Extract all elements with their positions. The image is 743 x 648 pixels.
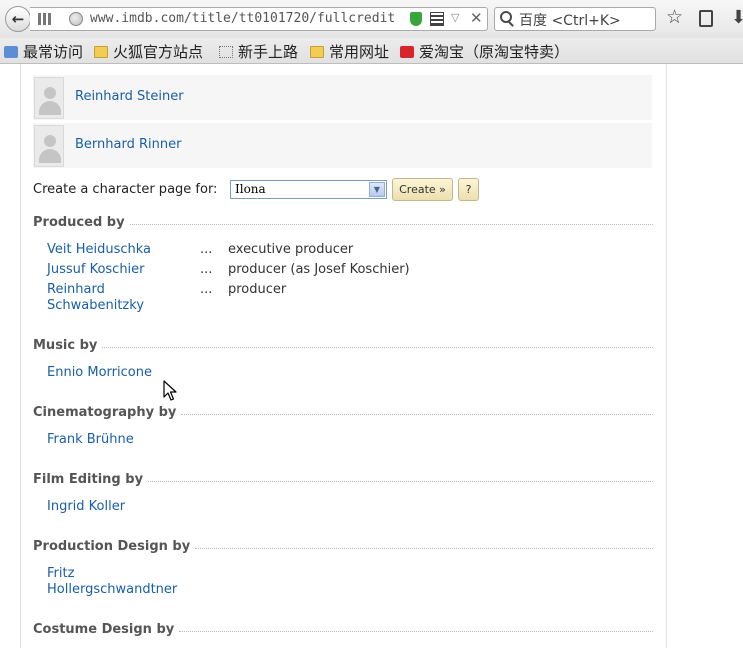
cast-row: Reinhard Steiner xyxy=(33,74,652,120)
grid-icon[interactable] xyxy=(38,13,52,25)
mouse-cursor-icon xyxy=(163,380,177,401)
credit-dots: ... xyxy=(200,242,213,257)
bookmark-label: 新手上路 xyxy=(238,43,299,61)
back-button[interactable]: ← xyxy=(5,6,31,32)
section-heading-label: Production Design by xyxy=(33,538,191,554)
bookmarks-bar: 最常访问 火狐官方站点 新手上路 常用网址 爱淘宝（原淘宝特卖） xyxy=(0,38,743,64)
dotted-divider xyxy=(181,413,653,415)
search-icon[interactable] xyxy=(500,11,512,23)
close-icon[interactable]: ✕ xyxy=(470,9,483,27)
credit-role: executive producer xyxy=(228,242,354,257)
cast-row: Bernhard Rinner xyxy=(33,122,652,168)
section-heading-music-by: Music by xyxy=(33,337,653,353)
download-icon[interactable]: ⬇ xyxy=(731,7,743,28)
chevron-down-icon[interactable]: ▼ xyxy=(369,182,385,197)
browser-toolbar: ← www.imdb.com/title/tt0101720/fullcredi… xyxy=(0,0,743,38)
folder-icon xyxy=(310,45,324,58)
page-content: Reinhard Steiner Bernhard Rinner Create … xyxy=(0,64,743,648)
credit-dots: ... xyxy=(200,262,213,277)
dotted-divider xyxy=(195,547,653,549)
star-icon[interactable]: ☆ xyxy=(666,6,683,28)
character-select-value: Ilona xyxy=(235,182,266,196)
dotted-divider xyxy=(129,223,653,225)
bookmark-label: 最常访问 xyxy=(23,43,84,61)
credit-role: producer (as Josef Koschier) xyxy=(228,262,410,277)
clipboard-icon[interactable] xyxy=(699,10,713,27)
section-heading-film-editing-by: Film Editing by xyxy=(33,471,653,487)
credit-dots: ... xyxy=(200,282,213,297)
create-button[interactable]: Create » xyxy=(392,178,453,201)
bookmark-icon xyxy=(4,45,18,58)
search-input[interactable]: 百度 <Ctrl+K> xyxy=(494,7,656,31)
folder-icon xyxy=(94,45,108,58)
arrow-left-icon: ← xyxy=(11,10,25,28)
credit-name-link[interactable]: Fritz Hollergschwandtner xyxy=(47,566,197,598)
character-page-label: Create a character page for: xyxy=(33,182,218,197)
search-placeholder: 百度 <Ctrl+K> xyxy=(519,13,621,29)
avatar-placeholder-icon[interactable] xyxy=(34,125,64,167)
section-heading-label: Music by xyxy=(33,337,98,353)
shield-icon[interactable] xyxy=(410,12,422,26)
character-select[interactable]: Ilona ▼ xyxy=(230,180,387,199)
help-button[interactable]: ? xyxy=(458,178,479,201)
bookmark-label: 火狐官方站点 xyxy=(113,43,204,61)
credit-name-link[interactable]: Jussuf Koschier xyxy=(47,262,145,278)
bookmark-firefox-official[interactable]: 火狐官方站点 xyxy=(94,41,203,62)
credit-name-link[interactable]: Frank Brühne xyxy=(47,432,134,448)
section-heading-label: Film Editing by xyxy=(33,471,144,487)
url-text[interactable]: www.imdb.com/title/tt0101720/fullcredit xyxy=(90,11,430,26)
section-heading-produced-by: Produced by xyxy=(33,214,653,230)
dropdown-arrow-icon[interactable]: ▽ xyxy=(451,11,459,24)
credit-role: producer xyxy=(228,282,287,297)
credit-name-link[interactable]: Ennio Morricone xyxy=(47,365,152,381)
credit-name-link[interactable]: Ingrid Koller xyxy=(47,499,125,515)
character-page-form: Create a character page for: Ilona ▼ Cre… xyxy=(33,178,633,204)
section-heading-cinematography-by: Cinematography by xyxy=(33,404,653,420)
bookmark-label: 常用网址 xyxy=(329,43,390,61)
bookmark-label: 爱淘宝（原淘宝特卖） xyxy=(419,43,570,61)
credit-name-link[interactable]: Reinhard Schwabenitzky xyxy=(47,282,177,314)
cast-name-link[interactable]: Reinhard Steiner xyxy=(75,89,184,104)
section-heading-production-design-by: Production Design by xyxy=(33,538,653,554)
taobao-icon xyxy=(400,45,414,58)
qr-code-icon[interactable] xyxy=(430,12,444,26)
bookmark-common-sites[interactable]: 常用网址 xyxy=(310,41,389,62)
cast-name-link[interactable]: Bernhard Rinner xyxy=(75,137,181,152)
globe-icon xyxy=(69,12,83,26)
section-heading-label: Produced by xyxy=(33,214,125,230)
dotted-divider xyxy=(102,346,653,348)
section-heading-costume-design-by: Costume Design by xyxy=(33,621,653,637)
page-icon xyxy=(219,45,233,58)
dotted-divider xyxy=(179,630,653,632)
section-heading-label: Costume Design by xyxy=(33,621,175,637)
credit-name-link[interactable]: Veit Heiduschka xyxy=(47,242,151,258)
bookmark-aitaobao[interactable]: 爱淘宝（原淘宝特卖） xyxy=(400,41,569,62)
section-heading-label: Cinematography by xyxy=(33,404,177,420)
dotted-divider xyxy=(148,480,653,482)
url-bar[interactable]: www.imdb.com/title/tt0101720/fullcredit … xyxy=(30,7,488,31)
avatar-placeholder-icon[interactable] xyxy=(34,77,64,119)
bookmark-most-visited[interactable]: 最常访问 xyxy=(4,41,83,62)
bookmark-getting-started[interactable]: 新手上路 xyxy=(219,41,298,62)
